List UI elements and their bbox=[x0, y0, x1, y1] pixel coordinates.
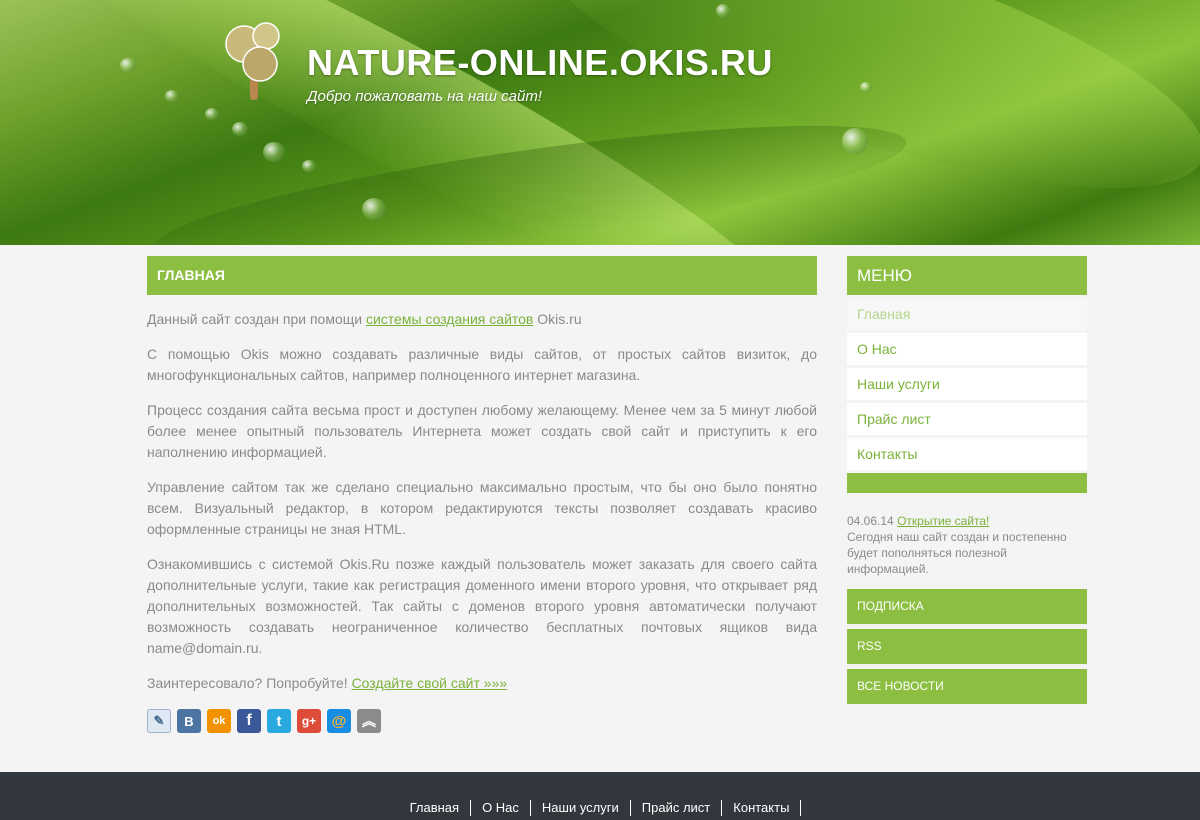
google-plus-icon[interactable]: g+ bbox=[297, 709, 321, 733]
create-site-link[interactable]: Создайте свой сайт »»» bbox=[352, 675, 508, 691]
water-drop bbox=[120, 58, 136, 72]
site-builder-link[interactable]: системы создания сайтов bbox=[366, 311, 533, 327]
livejournal-icon[interactable]: ✎ bbox=[147, 709, 171, 733]
vkontakte-icon[interactable]: B bbox=[177, 709, 201, 733]
sidebar-item-contacts[interactable]: Контакты bbox=[847, 438, 1087, 470]
water-drop bbox=[362, 198, 386, 220]
footer-nav: Главная О Нас Наши услуги Прайс лист Кон… bbox=[0, 800, 1200, 816]
header-banner: NATURE-ONLINE.OKIS.RU Добро пожаловать н… bbox=[0, 0, 1200, 245]
all-news-button[interactable]: ВСЕ НОВОСТИ bbox=[847, 669, 1087, 704]
share-buttons: ✎ B ok f t g+ @ ︽ bbox=[147, 709, 381, 733]
page-title: ГЛАВНАЯ bbox=[147, 256, 817, 295]
menu-footer-bar bbox=[847, 473, 1087, 493]
site-slogan: Добро пожаловать на наш сайт! bbox=[307, 88, 542, 105]
tree-logo-icon[interactable] bbox=[220, 18, 290, 104]
intro-paragraph: Данный сайт создан при помощи системы со… bbox=[147, 309, 817, 330]
footer: Главная О Нас Наши услуги Прайс лист Кон… bbox=[0, 772, 1200, 820]
subscribe-button[interactable]: ПОДПИСКА bbox=[847, 589, 1087, 624]
sidebar-item-home[interactable]: Главная bbox=[847, 298, 1087, 330]
water-drop bbox=[263, 142, 285, 162]
facebook-icon[interactable]: f bbox=[237, 709, 261, 733]
sidebar-item-services[interactable]: Наши услуги bbox=[847, 368, 1087, 400]
water-drop bbox=[302, 160, 316, 172]
main-content: ГЛАВНАЯ Данный сайт создан при помощи си… bbox=[147, 256, 817, 733]
menu-title: МЕНЮ bbox=[847, 256, 1087, 295]
water-drop bbox=[842, 128, 868, 154]
rss-button[interactable]: RSS bbox=[847, 629, 1087, 664]
news-date: 04.06.14 bbox=[847, 514, 894, 528]
water-drop bbox=[716, 4, 730, 18]
water-drop bbox=[165, 90, 179, 102]
more-share-icon[interactable]: ︽ bbox=[357, 709, 381, 733]
news-text: Сегодня наш сайт создан и постепенно буд… bbox=[847, 530, 1067, 576]
sidebar-item-about[interactable]: О Нас bbox=[847, 333, 1087, 365]
water-drop bbox=[232, 122, 248, 136]
water-drop bbox=[205, 108, 219, 120]
paragraph-services: Ознакомившись с системой Okis.Ru позже к… bbox=[147, 556, 817, 656]
footer-link-services[interactable]: Наши услуги bbox=[531, 800, 631, 816]
intro-text-end: Okis.ru bbox=[533, 311, 582, 327]
sidebar-item-prices[interactable]: Прайс лист bbox=[847, 403, 1087, 435]
news-item: 04.06.14 Открытие сайта! Сегодня наш сай… bbox=[847, 513, 1087, 577]
mailru-icon[interactable]: @ bbox=[327, 709, 351, 733]
odnoklassniki-icon[interactable]: ok bbox=[207, 709, 231, 733]
site-title[interactable]: NATURE-ONLINE.OKIS.RU bbox=[307, 42, 773, 84]
sidebar: МЕНЮ Главная О Нас Наши услуги Прайс лис… bbox=[847, 256, 1087, 704]
paragraph-site-types: С помощью Okis можно создавать различные… bbox=[147, 346, 817, 383]
paragraph-process: Процесс создания сайта весьма прост и до… bbox=[147, 402, 817, 460]
water-drop bbox=[860, 82, 872, 92]
cta-paragraph: Заинтересовало? Попробуйте! Создайте сво… bbox=[147, 673, 817, 694]
intro-text: Данный сайт создан при помощи bbox=[147, 311, 366, 327]
news-title-link[interactable]: Открытие сайта! bbox=[897, 514, 989, 528]
footer-link-prices[interactable]: Прайс лист bbox=[631, 800, 723, 816]
footer-link-about[interactable]: О Нас bbox=[471, 800, 531, 816]
footer-link-contacts[interactable]: Контакты bbox=[722, 800, 802, 816]
twitter-icon[interactable]: t bbox=[267, 709, 291, 733]
paragraph-management: Управление сайтом так же сделано специал… bbox=[147, 479, 817, 537]
footer-link-home[interactable]: Главная bbox=[399, 800, 472, 816]
cta-text: Заинтересовало? Попробуйте! bbox=[147, 675, 352, 691]
